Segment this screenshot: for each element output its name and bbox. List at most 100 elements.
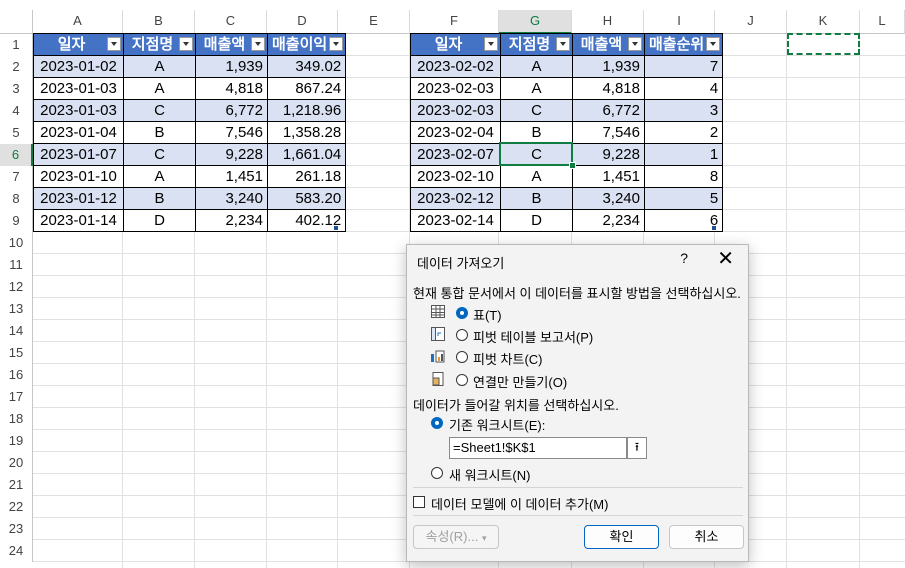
table-cell[interactable]: 9,228: [195, 143, 268, 166]
row-header[interactable]: 19: [0, 430, 33, 452]
select-all-corner[interactable]: [0, 10, 33, 34]
radio-new-worksheet-label[interactable]: 새 워크시트(N): [449, 465, 530, 484]
row-header[interactable]: 9: [0, 210, 33, 232]
table-cell[interactable]: 1,451: [195, 165, 268, 188]
table-cell[interactable]: 1,939: [572, 55, 645, 78]
table2-header-rank[interactable]: 매출순위: [643, 33, 724, 56]
help-button[interactable]: ?: [680, 250, 688, 266]
table-cell[interactable]: 7,546: [572, 121, 645, 144]
row-header[interactable]: 2: [0, 56, 33, 78]
row-header[interactable]: 7: [0, 166, 33, 188]
collapse-dialog-icon[interactable]: ⭱: [627, 437, 647, 459]
row-header[interactable]: 10: [0, 232, 33, 254]
table1-header-date[interactable]: 일자: [33, 33, 124, 56]
column-header[interactable]: L: [860, 10, 905, 34]
radio-pivot-chart[interactable]: [456, 351, 468, 363]
properties-button[interactable]: 속성(R)... ▾: [413, 525, 499, 549]
table2-header-date[interactable]: 일자: [410, 33, 501, 56]
table1-header-branch[interactable]: 지점명: [123, 33, 196, 56]
column-header[interactable]: J: [715, 10, 787, 34]
radio-table[interactable]: [456, 307, 468, 319]
table-cell[interactable]: A: [123, 77, 196, 100]
row-header[interactable]: 18: [0, 408, 33, 430]
filter-dropdown-icon[interactable]: [179, 37, 193, 51]
table-cell[interactable]: 6: [643, 209, 724, 232]
table-cell[interactable]: 3,240: [572, 187, 645, 210]
table-cell[interactable]: 2023-02-03: [410, 77, 501, 100]
table-cell[interactable]: B: [500, 187, 573, 210]
radio-existing-worksheet-label[interactable]: 기존 워크시트(E):: [449, 415, 545, 434]
row-header[interactable]: 5: [0, 122, 33, 144]
table-cell[interactable]: A: [500, 77, 573, 100]
table-cell[interactable]: 4,818: [572, 77, 645, 100]
radio-table-label[interactable]: 표(T): [473, 305, 502, 324]
radio-pivot-table-label[interactable]: 피벗 테이블 보고서(P): [473, 327, 593, 346]
table-row[interactable]: 2023-01-07 C 9,228 1,661.04: [33, 143, 347, 166]
table-cell[interactable]: 2023-02-12: [410, 187, 501, 210]
column-header[interactable]: B: [123, 10, 195, 34]
table-row[interactable]: 2023-01-02 A 1,939 349.02: [33, 55, 347, 78]
table-row[interactable]: 2023-01-03 C 6,772 1,218.96: [33, 99, 347, 122]
table2-header-sales[interactable]: 매출액: [572, 33, 645, 56]
location-input[interactable]: =Sheet1!$K$1: [449, 437, 627, 459]
radio-connection-only-label[interactable]: 연결만 만들기(O): [473, 372, 567, 391]
table-cell[interactable]: 1,218.96: [266, 99, 347, 122]
table-cell[interactable]: 2023-01-12: [33, 187, 124, 210]
table-cell[interactable]: 2023-01-02: [33, 55, 124, 78]
column-header[interactable]: G: [499, 10, 572, 34]
row-header[interactable]: 8: [0, 188, 33, 210]
table-cell[interactable]: 2023-02-07: [410, 143, 501, 166]
table-cell[interactable]: 2023-01-10: [33, 165, 124, 188]
add-to-data-model-checkbox[interactable]: [413, 496, 425, 508]
table-cell[interactable]: 2023-02-04: [410, 121, 501, 144]
table-cell[interactable]: D: [500, 209, 573, 232]
table-cell[interactable]: C: [123, 99, 196, 122]
table-cell[interactable]: B: [123, 187, 196, 210]
column-header[interactable]: F: [410, 10, 499, 34]
table-cell[interactable]: 2023-02-10: [410, 165, 501, 188]
table-cell[interactable]: 1: [643, 143, 724, 166]
table-cell[interactable]: 3: [643, 99, 724, 122]
cancel-button[interactable]: 취소: [669, 525, 744, 549]
table-cell[interactable]: 349.02: [266, 55, 347, 78]
table-cell[interactable]: 2023-01-14: [33, 209, 124, 232]
radio-existing-worksheet[interactable]: [431, 417, 443, 429]
filter-dropdown-icon[interactable]: [251, 37, 265, 51]
row-header[interactable]: 11: [0, 254, 33, 276]
table-cell[interactable]: 2023-02-14: [410, 209, 501, 232]
table-cell[interactable]: A: [123, 55, 196, 78]
table-row[interactable]: 2023-02-04 B 7,546 2: [410, 121, 724, 144]
column-header[interactable]: D: [267, 10, 338, 34]
table-row[interactable]: 2023-02-02 A 1,939 7: [410, 55, 724, 78]
table-cell[interactable]: C: [500, 99, 573, 122]
table2-header-branch[interactable]: 지점명: [500, 33, 573, 56]
import-data-dialog[interactable]: 데이터 가져오기 ? ✕ 현재 통합 문서에서 이 데이터를 표시할 방법을 선…: [406, 244, 749, 562]
row-header[interactable]: 17: [0, 386, 33, 408]
table-cell[interactable]: D: [123, 209, 196, 232]
table-cell[interactable]: 7,546: [195, 121, 268, 144]
active-cell-selection[interactable]: [499, 142, 573, 166]
table-row[interactable]: 2023-01-14 D 2,234 402.12: [33, 209, 347, 232]
row-header[interactable]: 14: [0, 320, 33, 342]
row-header[interactable]: 4: [0, 100, 33, 122]
ok-button[interactable]: 확인: [584, 525, 659, 549]
radio-pivot-table[interactable]: [456, 329, 468, 341]
row-header[interactable]: 15: [0, 342, 33, 364]
radio-new-worksheet[interactable]: [431, 467, 443, 479]
table-cell[interactable]: 6,772: [195, 99, 268, 122]
filter-dropdown-icon[interactable]: [107, 37, 121, 51]
row-header[interactable]: 6: [0, 144, 33, 166]
table-row[interactable]: 2023-01-10 A 1,451 261.18: [33, 165, 347, 188]
row-header[interactable]: 13: [0, 298, 33, 320]
table1-header-sales[interactable]: 매출액: [195, 33, 268, 56]
table-cell[interactable]: 1,661.04: [266, 143, 347, 166]
filter-dropdown-icon[interactable]: [556, 37, 570, 51]
table-cell[interactable]: C: [123, 143, 196, 166]
row-header[interactable]: 1: [0, 34, 33, 56]
table-cell[interactable]: 7: [643, 55, 724, 78]
radio-connection-only[interactable]: [456, 374, 468, 386]
row-header[interactable]: 22: [0, 496, 33, 518]
table-cell[interactable]: 2023-01-03: [33, 99, 124, 122]
table-cell[interactable]: B: [123, 121, 196, 144]
table-resize-handle[interactable]: [712, 226, 716, 230]
